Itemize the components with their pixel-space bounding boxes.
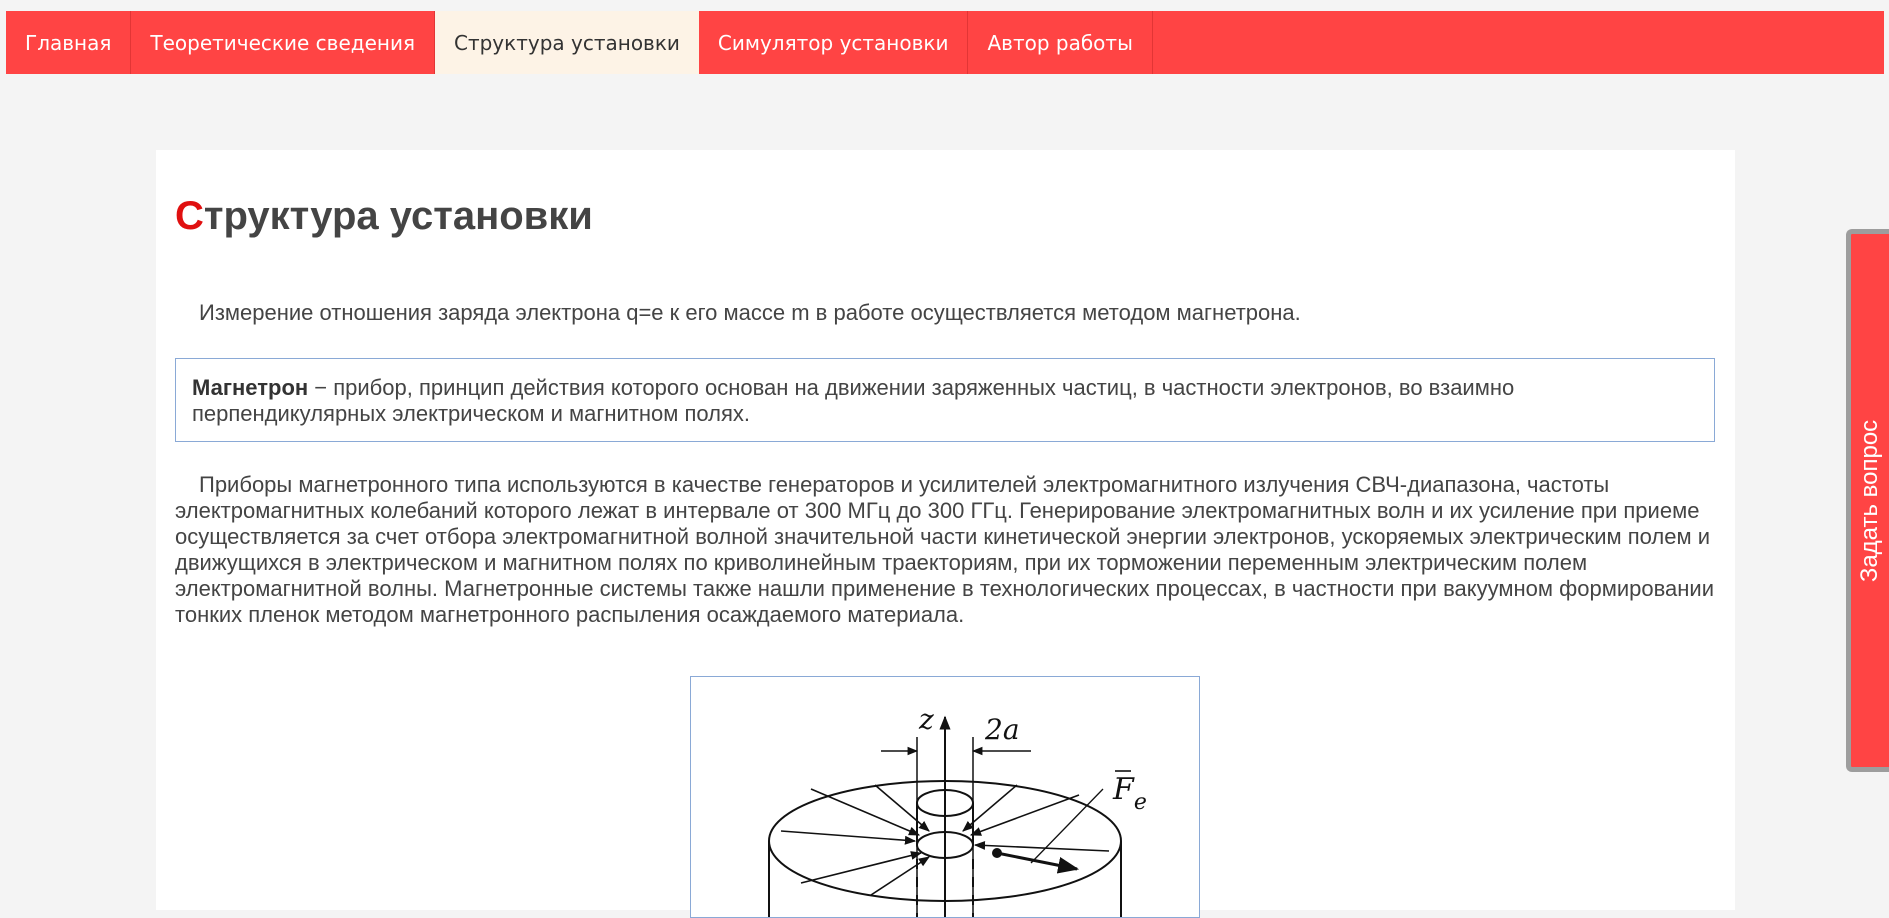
- label-force-sub: e: [1134, 790, 1147, 815]
- definition-term: Магнетрон: [192, 375, 309, 400]
- magnetron-diagram: z 2a Fe: [768, 703, 1147, 917]
- tab-structure[interactable]: Структура установки: [434, 11, 699, 74]
- ask-question-label: Задать вопрос: [1856, 419, 1883, 582]
- page-title-rest: труктура установки: [203, 194, 593, 238]
- tab-home[interactable]: Главная: [6, 11, 132, 74]
- field-arrow-7: [800, 851, 923, 884]
- tab-theory[interactable]: Теоретические сведения: [131, 11, 435, 74]
- electron-dot: [992, 848, 1002, 858]
- label-force-main: F: [1112, 772, 1135, 807]
- field-arrow-5: [874, 784, 930, 832]
- definition-text: − прибор, принцип действия которого осно…: [192, 375, 1515, 426]
- ask-question-button[interactable]: Задать вопрос: [1846, 229, 1889, 772]
- label-force: Fe: [1112, 772, 1147, 815]
- definition-box: Магнетрон − прибор, принцип действия кот…: [175, 358, 1715, 442]
- description-text: Приборы магнетронного типа используются …: [175, 472, 1714, 627]
- label-z: z: [918, 703, 934, 736]
- force-vector: [996, 851, 1080, 874]
- top-navigation: Главная Теоретические сведения Структура…: [6, 11, 1884, 74]
- field-arrow-1: [780, 830, 917, 845]
- field-arrow-4: [969, 794, 1080, 836]
- intro-text: Измерение отношения заряда электрона q=e…: [199, 300, 1301, 325]
- page-title: Структура установки: [175, 194, 593, 239]
- tab-simulator[interactable]: Симулятор установки: [699, 11, 969, 74]
- tab-author[interactable]: Автор работы: [968, 11, 1153, 74]
- page-title-first-letter: С: [175, 194, 204, 238]
- magnetron-figure: z 2a Fe: [690, 676, 1200, 918]
- label-2a: 2a: [984, 713, 1020, 746]
- main-content: Структура установки Измерение отношения …: [156, 150, 1735, 918]
- field-arrow-3: [810, 788, 921, 836]
